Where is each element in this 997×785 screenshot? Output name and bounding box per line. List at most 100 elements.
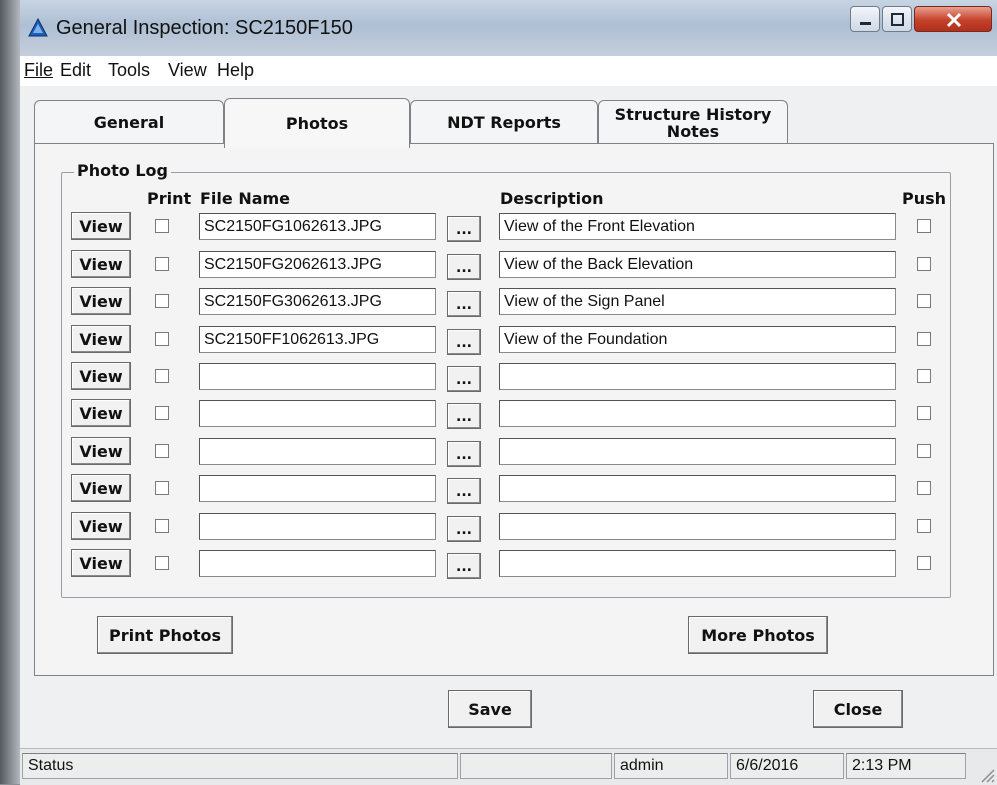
photo-log-row: View SC2150FG3062613.JPG... View of the Si… <box>35 287 995 317</box>
window-title: General Inspection: SC2150F150 <box>56 17 353 39</box>
browse-file-button[interactable]: ... <box>447 553 481 579</box>
save-button[interactable]: Save <box>448 690 532 728</box>
status-empty-cell <box>460 753 612 779</box>
print-checkbox[interactable] <box>155 556 169 570</box>
description-field[interactable] <box>499 363 896 390</box>
file-name-field[interactable] <box>199 513 436 540</box>
view-photo-button[interactable]: View <box>71 549 131 577</box>
tab-photos[interactable]: Photos <box>224 98 410 148</box>
file-name-field[interactable] <box>199 363 436 390</box>
view-photo-button[interactable]: View <box>71 399 131 427</box>
push-checkbox[interactable] <box>917 369 931 383</box>
description-field[interactable]: View of the Front Elevation <box>499 213 896 240</box>
description-column-header: Description <box>500 189 604 208</box>
file-name-field[interactable] <box>199 400 436 427</box>
photo-log-row: View... <box>35 474 995 504</box>
photo-log-row: View SC2150FG1062613.JPG... View of the Fr… <box>35 212 995 242</box>
status-bar: Status admin 6/6/2016 2:13 PM <box>20 748 997 785</box>
browse-file-button[interactable]: ... <box>447 291 481 317</box>
browse-file-button[interactable]: ... <box>447 478 481 504</box>
file-name-field[interactable] <box>199 550 436 577</box>
view-photo-button[interactable]: View <box>71 512 131 540</box>
more-photos-button[interactable]: More Photos <box>688 616 828 654</box>
view-photo-button[interactable]: View <box>71 474 131 502</box>
description-field[interactable] <box>499 513 896 540</box>
print-checkbox[interactable] <box>155 294 169 308</box>
browse-file-button[interactable]: ... <box>447 329 481 355</box>
push-checkbox[interactable] <box>917 444 931 458</box>
file-name-column-header: File Name <box>200 189 291 208</box>
description-field[interactable] <box>499 475 896 502</box>
description-field[interactable] <box>499 550 896 577</box>
tab-general[interactable]: General <box>34 100 224 144</box>
description-field[interactable] <box>499 400 896 427</box>
browse-file-button[interactable]: ... <box>447 216 481 242</box>
print-checkbox[interactable] <box>155 219 169 233</box>
maximize-button[interactable] <box>882 6 912 32</box>
file-name-field[interactable]: SC2150FG2062613.JPG <box>199 251 436 278</box>
description-field[interactable]: View of the Foundation <box>499 326 896 353</box>
menu-tools[interactable]: Tools <box>108 60 150 81</box>
push-checkbox[interactable] <box>917 257 931 271</box>
description-field[interactable] <box>499 438 896 465</box>
menu-view[interactable]: View <box>168 60 207 81</box>
tab-structure-history-notes[interactable]: Structure History Notes <box>598 100 788 144</box>
description-field[interactable]: View of the Back Elevation <box>499 251 896 278</box>
file-name-field[interactable]: SC2150FF1062613.JPG <box>199 326 436 353</box>
view-photo-button[interactable]: View <box>71 212 131 240</box>
print-checkbox[interactable] <box>155 444 169 458</box>
view-photo-button[interactable]: View <box>71 325 131 353</box>
print-checkbox[interactable] <box>155 257 169 271</box>
file-name-field[interactable]: SC2150FG3062613.JPG <box>199 288 436 315</box>
push-checkbox[interactable] <box>917 556 931 570</box>
file-name-field[interactable]: SC2150FG1062613.JPG <box>199 213 436 240</box>
print-checkbox[interactable] <box>155 481 169 495</box>
application-window: General Inspection: SC2150F150 File Edit… <box>0 0 997 785</box>
status-time: 2:13 PM <box>846 753 966 779</box>
view-photo-button[interactable]: View <box>71 250 131 278</box>
push-checkbox[interactable] <box>917 332 931 346</box>
photo-log-label: Photo Log <box>74 161 171 180</box>
file-name-field[interactable] <box>199 438 436 465</box>
browse-file-button[interactable]: ... <box>447 441 481 467</box>
menu-file[interactable]: File <box>24 60 53 81</box>
status-text: Status <box>22 753 458 779</box>
push-checkbox[interactable] <box>917 481 931 495</box>
minimize-button[interactable] <box>850 6 880 32</box>
browse-file-button[interactable]: ... <box>447 516 481 542</box>
menu-help[interactable]: Help <box>217 60 254 81</box>
push-checkbox[interactable] <box>917 219 931 233</box>
file-name-field[interactable] <box>199 475 436 502</box>
print-checkbox[interactable] <box>155 519 169 533</box>
menu-edit[interactable]: Edit <box>60 60 91 81</box>
print-checkbox[interactable] <box>155 406 169 420</box>
app-logo-icon <box>28 18 48 37</box>
print-checkbox[interactable] <box>155 332 169 346</box>
browse-file-button[interactable]: ... <box>447 403 481 429</box>
browse-file-button[interactable]: ... <box>447 366 481 392</box>
tab-ndt-reports[interactable]: NDT Reports <box>410 100 598 144</box>
print-checkbox[interactable] <box>155 369 169 383</box>
photo-log-row: View... <box>35 362 995 392</box>
description-field[interactable]: View of the Sign Panel <box>499 288 896 315</box>
close-button[interactable]: Close <box>813 690 903 728</box>
minimize-icon <box>860 22 871 25</box>
push-checkbox[interactable] <box>917 519 931 533</box>
browse-file-button[interactable]: ... <box>447 254 481 280</box>
title-bar: General Inspection: SC2150F150 <box>20 0 997 56</box>
push-checkbox[interactable] <box>917 294 931 308</box>
status-user: admin <box>614 753 728 779</box>
print-photos-button[interactable]: Print Photos <box>97 616 233 654</box>
window-close-button[interactable] <box>914 6 992 32</box>
push-checkbox[interactable] <box>917 406 931 420</box>
view-photo-button[interactable]: View <box>71 362 131 390</box>
view-photo-button[interactable]: View <box>71 287 131 315</box>
photos-tab-content: Photo Log Print File Name Description Pu… <box>34 144 994 676</box>
photo-log-row: View... <box>35 399 995 429</box>
view-photo-button[interactable]: View <box>71 437 131 465</box>
main-panel: General Photos NDT Reports Structure His… <box>20 86 997 784</box>
resize-grip-icon[interactable] <box>977 765 995 783</box>
status-date: 6/6/2016 <box>730 753 844 779</box>
maximize-icon <box>891 13 904 26</box>
close-icon <box>946 12 962 28</box>
